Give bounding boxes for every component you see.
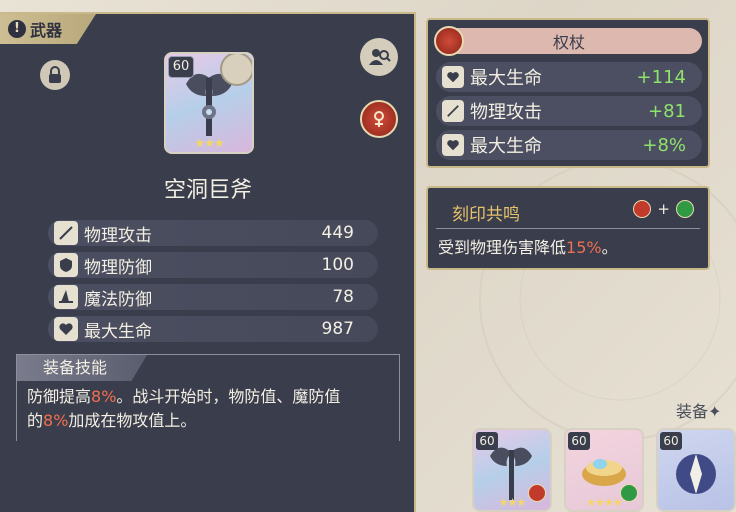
exclamation-icon: ! [8, 20, 26, 38]
lock-button[interactable] [40, 60, 70, 90]
star-rating: ★★★★ [586, 496, 622, 509]
stat-label: 物理防御 [84, 257, 152, 278]
stat-label: 最大生命 [84, 321, 152, 342]
fire-element-icon [633, 200, 652, 218]
stat-row: 魔法防御 78 [48, 284, 378, 310]
skill-header: 装备技能 [17, 355, 147, 381]
bonus-stat-list: 最大生命 +114 物理攻击 +81 最大生命 +8% [436, 62, 702, 164]
magnify-person-icon [369, 49, 391, 65]
level-badge: 60 [568, 432, 590, 450]
element-fire-badge[interactable] [360, 100, 398, 138]
bonus-stat-row: 最大生命 +114 [436, 62, 702, 92]
category-tab: ! 武器 [0, 14, 96, 44]
stat-label: 物理攻击 [470, 102, 542, 123]
star-rating: ★★★ [498, 496, 527, 509]
level-badge: 60 [168, 56, 194, 78]
equipment-slot-axe[interactable]: 60 ★★★ [472, 428, 552, 512]
stat-value: 78 [332, 287, 354, 307]
weapon-type-label: 权杖 [552, 33, 585, 52]
bonus-stat-row: 物理攻击 +81 [436, 96, 702, 126]
resonance-title: 刻印共鸣 [452, 205, 520, 225]
stat-value: 100 [321, 255, 354, 275]
stat-value: +8% [642, 134, 686, 156]
item-name: 空洞巨斧 [163, 178, 252, 203]
level-badge: 60 [660, 432, 682, 450]
stat-label: 最大生命 [470, 136, 542, 157]
nature-element-icon [676, 200, 694, 218]
heart-icon [442, 66, 464, 88]
equipment-label: 装备✦ [676, 402, 722, 421]
resonance-panel: 刻印共鸣 + 受到物理伤害降低15%。 [426, 186, 710, 270]
skill-description: 防御提高8%。战斗开始时，物防值、魔防值 的8%加成在物攻值上。 [27, 387, 341, 430]
resonance-description: 受到物理伤害降低15%。 [438, 238, 618, 257]
shield-icon [54, 253, 78, 277]
divider [436, 228, 700, 229]
item-detail-panel: ! 武器 60 ★★★ 空洞巨斧 物理攻击 449 物理防御 100 魔法防御 … [0, 12, 416, 512]
plus-sign: + [657, 200, 670, 218]
equipment-slot-gem-bowl[interactable]: 60 ★★★★ [564, 428, 644, 512]
stat-row: 物理攻击 449 [48, 220, 378, 246]
heart-icon [54, 317, 78, 341]
scepter-type-icon [434, 26, 464, 56]
bonus-stat-row: 最大生命 +8% [436, 130, 702, 160]
owner-avatar [220, 54, 252, 86]
stat-label: 魔法防御 [84, 289, 152, 310]
stat-value: +114 [636, 66, 686, 88]
equipment-skill-box: 装备技能 防御提高8%。战斗开始时，物防值、魔防值 的8%加成在物攻值上。 [16, 354, 400, 441]
stat-value: 449 [321, 223, 354, 243]
stat-row: 物理防御 100 [48, 252, 378, 278]
weapon-card[interactable]: 60 ★★★ [164, 52, 254, 154]
view-detail-button[interactable] [360, 38, 398, 76]
resonance-icons: + [633, 200, 694, 218]
stat-label: 物理攻击 [84, 225, 152, 246]
wizard-hat-icon [54, 285, 78, 309]
flame-sigil-icon [374, 111, 384, 127]
lock-icon [49, 66, 61, 83]
base-stat-list: 物理攻击 449 物理防御 100 魔法防御 78 最大生命 987 [48, 220, 378, 348]
sword-icon [54, 221, 78, 245]
star-rating: ★★★ [194, 136, 224, 150]
stat-value: +81 [648, 100, 686, 122]
category-label: 武器 [30, 21, 63, 40]
sword-icon [442, 100, 464, 122]
stat-row: 最大生命 987 [48, 316, 378, 342]
weapon-type-bar: 权杖 [434, 26, 702, 56]
stat-value: 987 [321, 319, 354, 339]
equipment-slot-crystal[interactable]: 60 [656, 428, 736, 512]
heart-icon [442, 134, 464, 156]
bonus-stats-panel: 权杖 最大生命 +114 物理攻击 +81 最大生命 +8% [426, 18, 710, 168]
stat-label: 最大生命 [470, 68, 542, 89]
level-badge: 60 [476, 432, 498, 450]
